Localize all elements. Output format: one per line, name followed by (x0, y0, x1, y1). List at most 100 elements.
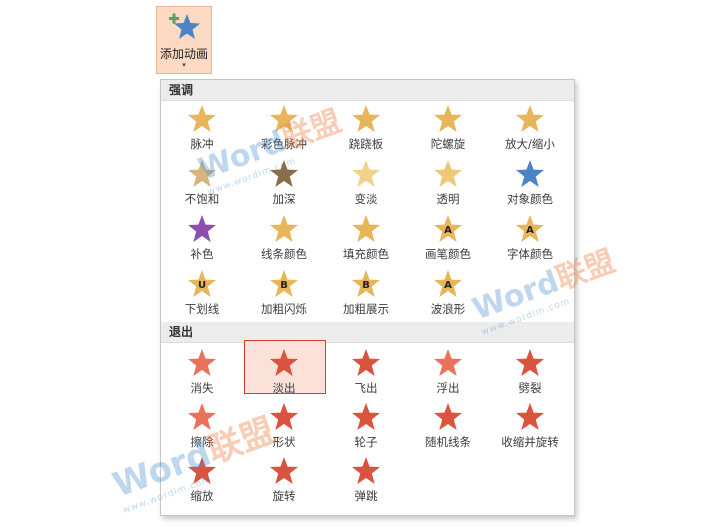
star-darken-icon (270, 160, 298, 187)
animation-effect-label: 飞出 (354, 381, 378, 395)
star-zoom-icon (188, 457, 216, 484)
animation-effect-label: 对象颜色 (507, 192, 553, 206)
dropdown-arrow-icon[interactable]: ▾ (157, 61, 211, 69)
animation-effect-item[interactable]: 不饱和 (161, 157, 243, 209)
animation-effect-item[interactable]: 脉冲 (161, 102, 243, 154)
animation-effect-item[interactable]: 缩放 (161, 454, 243, 506)
add-star-icon (169, 13, 200, 39)
animation-effect-item[interactable]: A 波浪形 (407, 267, 489, 319)
animation-effect-label: 缩放 (190, 489, 214, 503)
svg-text:A: A (526, 225, 534, 236)
star-wave-icon: A (434, 270, 462, 297)
animation-effect-label: 填充颜色 (343, 247, 389, 261)
animation-effect-item[interactable]: 透明 (407, 157, 489, 209)
add-animation-button[interactable]: 添加动画 ▾ (156, 6, 212, 74)
star-split-icon (516, 349, 544, 376)
star-pulse-icon (188, 105, 216, 132)
star-wheel-icon (352, 403, 380, 430)
animation-effect-item[interactable]: 弹跳 (325, 454, 407, 506)
add-animation-label: 添加动画 (159, 47, 208, 61)
svg-text:B: B (362, 280, 370, 291)
animation-effect-item[interactable]: 加深 (243, 157, 325, 209)
animation-effect-item[interactable]: 放大/缩小 (489, 102, 571, 154)
animation-effect-item[interactable]: 变淡 (325, 157, 407, 209)
animation-effect-item[interactable]: 填充颜色 (325, 212, 407, 264)
star-bold-reveal-icon: B (352, 270, 380, 297)
animation-effect-label: 画笔颜色 (425, 247, 471, 261)
animation-effect-item[interactable]: 擦除 (161, 400, 243, 452)
animation-effect-item[interactable]: 跷跷板 (325, 102, 407, 154)
star-teeter-icon (352, 105, 380, 132)
animation-effect-label: 消失 (190, 381, 214, 395)
animation-effect-item[interactable]: 陀螺旋 (407, 102, 489, 154)
star-underline-icon: U (188, 270, 216, 297)
animation-effect-label: 脉冲 (190, 137, 214, 151)
animation-effect-item[interactable]: 彩色脉冲 (243, 102, 325, 154)
animation-effect-label: 字体颜色 (507, 247, 553, 261)
star-transparency-icon (434, 160, 462, 187)
animation-effect-label: 轮子 (354, 435, 378, 449)
animation-effect-item[interactable]: 收缩并旋转 (489, 400, 571, 452)
star-lighten-icon (352, 160, 380, 187)
animation-effect-item[interactable]: 形状 (243, 400, 325, 452)
animation-effect-label: 放大/缩小 (505, 137, 555, 151)
star-shape-icon (270, 403, 298, 430)
star-line-color-icon (270, 215, 298, 242)
star-grow-shrink-icon (516, 105, 544, 132)
animation-effect-item[interactable]: 随机线条 (407, 400, 489, 452)
animation-effect-item[interactable]: 劈裂 (489, 346, 571, 398)
animation-effect-item[interactable]: 飞出 (325, 346, 407, 398)
animation-effect-item[interactable]: 对象颜色 (489, 157, 571, 209)
star-fade-icon (270, 349, 298, 376)
animation-effect-item[interactable]: 淡出 (243, 340, 326, 398)
svg-text:A: A (444, 225, 452, 236)
animation-effect-label: 彩色脉冲 (261, 137, 307, 151)
star-wipe-icon (188, 403, 216, 430)
animation-effect-label: 劈裂 (518, 381, 542, 395)
animation-effect-item[interactable]: A 画笔颜色 (407, 212, 489, 264)
animation-effect-label: 变淡 (354, 192, 378, 206)
animation-effect-item[interactable]: 消失 (161, 346, 243, 398)
animation-effect-label: 弹跳 (354, 489, 378, 503)
section-header-emphasis: 强调 (161, 80, 574, 101)
animation-effect-item[interactable]: 补色 (161, 212, 243, 264)
star-float-out-icon (434, 349, 462, 376)
star-shrink-turn-icon (516, 403, 544, 430)
animation-effect-label: 加深 (272, 192, 296, 206)
animation-effect-label: 下划线 (184, 302, 220, 316)
animation-effect-item[interactable]: B 加粗闪烁 (243, 267, 325, 319)
animation-effect-label: 补色 (190, 247, 214, 261)
animation-effect-label: 擦除 (190, 435, 214, 449)
star-bold-flash-icon: B (270, 270, 298, 297)
animation-effect-label: 透明 (436, 192, 460, 206)
animation-effect-label: 波浪形 (430, 302, 466, 316)
star-font-color-icon: A (516, 215, 544, 242)
svg-text:A: A (444, 280, 452, 291)
star-bounce-icon (352, 457, 380, 484)
star-swivel-icon (270, 457, 298, 484)
animation-effect-item[interactable]: 旋转 (243, 454, 325, 506)
animation-effect-label: 旋转 (272, 489, 296, 503)
star-disappear-icon (188, 349, 216, 376)
animation-effect-item[interactable]: A 字体颜色 (489, 212, 571, 264)
star-desaturate-icon (188, 160, 216, 187)
star-spin-icon (434, 105, 462, 132)
star-object-color-icon (516, 160, 544, 187)
animation-effect-item[interactable]: 浮出 (407, 346, 489, 398)
animation-effect-item[interactable]: 轮子 (325, 400, 407, 452)
animation-effect-item[interactable]: 线条颜色 (243, 212, 325, 264)
animation-effect-label: 不饱和 (184, 192, 220, 206)
star-fill-color-icon (352, 215, 380, 242)
star-brush-color-icon: A (434, 215, 462, 242)
svg-text:B: B (280, 280, 288, 291)
animation-effect-label: 形状 (272, 435, 296, 449)
animation-effect-item[interactable]: U 下划线 (161, 267, 243, 319)
section-header-exit: 退出 (161, 322, 574, 343)
animation-effect-item[interactable]: B 加粗展示 (325, 267, 407, 319)
star-random-bars-icon (434, 403, 462, 430)
animation-effect-label: 随机线条 (425, 435, 471, 449)
animation-effect-label: 加粗展示 (343, 302, 389, 316)
animation-effect-label: 加粗闪烁 (261, 302, 307, 316)
animation-effect-label: 跷跷板 (348, 137, 384, 151)
animation-effect-label: 淡出 (272, 381, 296, 395)
